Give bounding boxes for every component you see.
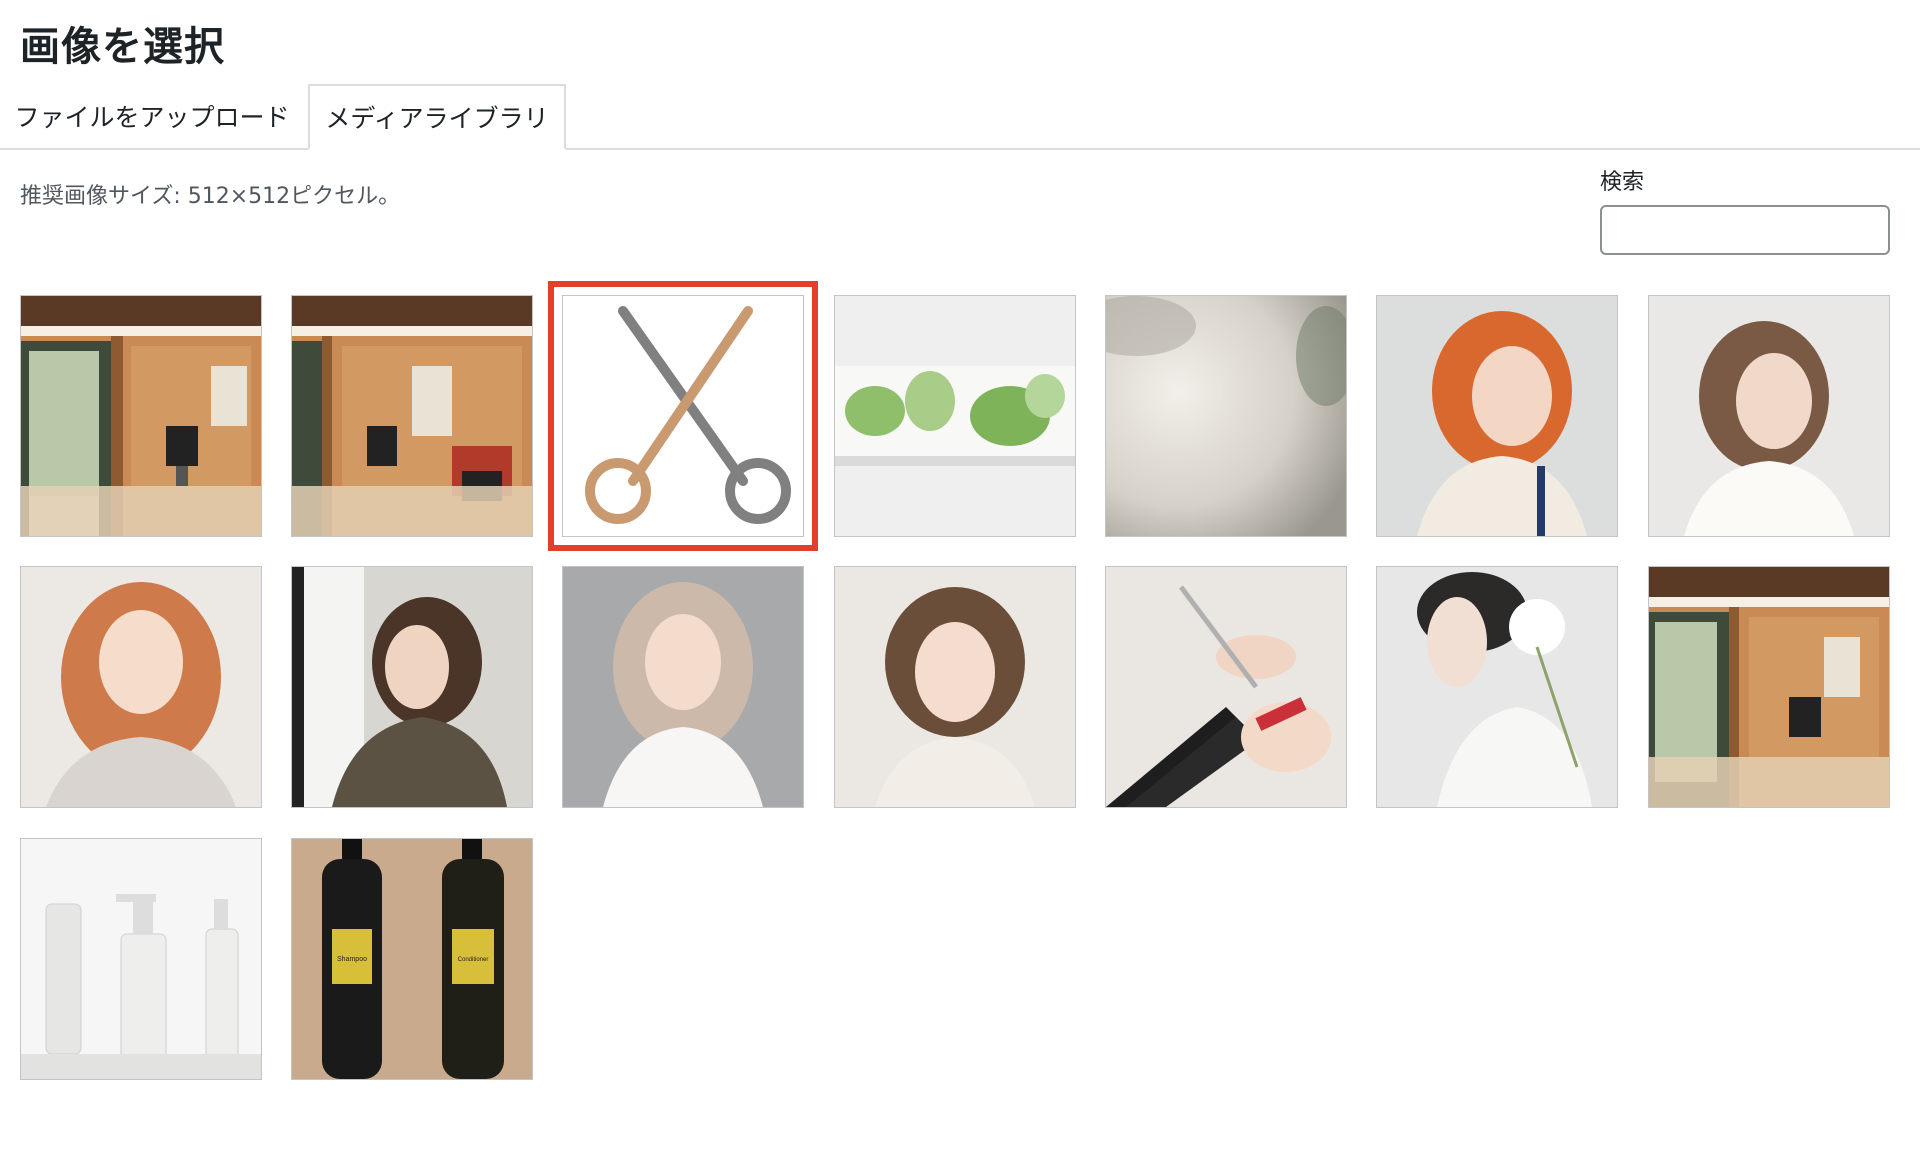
woman-with-flower-image	[1377, 567, 1617, 807]
media-item-blurred-background[interactable]	[1105, 295, 1347, 537]
media-item-woman-short-bob[interactable]	[834, 566, 1076, 808]
woman-orange-hair-image	[1377, 296, 1617, 536]
media-item-woman-by-window[interactable]	[291, 566, 533, 808]
media-select-dialog: 画像を選択 ファイルをアップロード メディアライブラリ 推奨画像サイズ: 512…	[0, 0, 1920, 1154]
tab-media-library[interactable]: メディアライブラリ	[308, 84, 566, 150]
media-item-woman-brown-bob[interactable]	[1648, 295, 1890, 537]
media-item-green-plants-banner[interactable]	[834, 295, 1076, 537]
shampoo-conditioner-image: Shampoo Conditioner	[292, 839, 532, 1079]
green-plants-image	[835, 296, 1075, 536]
media-item-clear-bottles[interactable]	[20, 838, 262, 1080]
media-item-salon-interior-red-chair[interactable]	[291, 295, 533, 537]
media-item-woman-with-flower[interactable]	[1376, 566, 1618, 808]
media-item-woman-wavy-orange-hair[interactable]	[20, 566, 262, 808]
tab-upload-file[interactable]: ファイルをアップロード	[0, 84, 304, 148]
woman-short-bob-image	[835, 567, 1075, 807]
woman-brown-bob-image	[1649, 296, 1889, 536]
media-item-woman-orange-hair[interactable]	[1376, 295, 1618, 537]
recommended-size-hint: 推奨画像サイズ: 512×512ピクセル。	[20, 184, 401, 209]
media-item-scissors-logo[interactable]	[548, 281, 818, 551]
salon-interior-red-chair-image	[292, 296, 532, 536]
shampoo-label: Shampoo	[337, 956, 367, 963]
woman-by-window-image	[292, 567, 532, 807]
media-item-shampoo-conditioner-bottles[interactable]: Shampoo Conditioner	[291, 838, 533, 1080]
blurred-background-image	[1106, 296, 1346, 536]
woman-wavy-orange-hair-image	[21, 567, 261, 807]
dialog-title: 画像を選択	[20, 24, 225, 70]
clear-bottles-image	[21, 839, 261, 1079]
tab-bar: ファイルをアップロード メディアライブラリ	[0, 84, 1920, 150]
media-item-woman-ash-blonde-hair[interactable]	[562, 566, 804, 808]
media-item-salon-interior[interactable]	[20, 295, 262, 537]
hairdresser-cutting-image	[1106, 567, 1346, 807]
salon-interior-image	[21, 296, 261, 536]
media-item-salon-interior-2[interactable]	[1648, 566, 1890, 808]
search-label: 検索	[1600, 170, 1645, 195]
search-input[interactable]	[1600, 205, 1890, 255]
salon-interior-2-image	[1649, 567, 1889, 807]
conditioner-label: Conditioner	[458, 957, 489, 963]
media-item-hairdresser-cutting[interactable]	[1105, 566, 1347, 808]
woman-ash-blonde-hair-image	[563, 567, 803, 807]
scissors-icon	[563, 296, 803, 536]
